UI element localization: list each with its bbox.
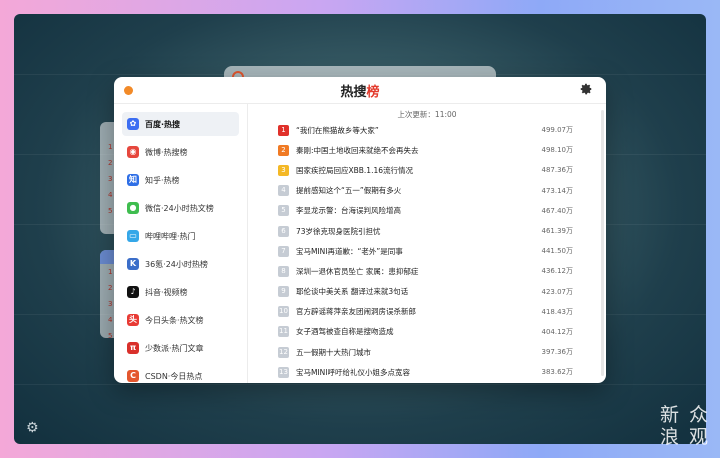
sidebar-item[interactable]: ▭ 哔哩哔哩·热门 (122, 224, 239, 248)
heat-value: 467.40万 (541, 206, 574, 215)
rank-badge: 5 (278, 205, 289, 217)
rank-badge: 9 (278, 286, 289, 298)
watermark-line: 浪 观 (659, 426, 710, 448)
hot-list-row[interactable]: 12 五一假期十大热门城市 397.36万 (278, 342, 573, 362)
hot-list-row[interactable]: 6 73岁徐克现身医院引担忧 461.39万 (278, 221, 573, 241)
title-bar: 热搜榜 (114, 77, 606, 104)
heat-value: 473.14万 (541, 186, 574, 195)
zhihu-icon: 知 (127, 174, 139, 186)
heat-value: 383.62万 (541, 368, 574, 377)
rank-badge: 10 (278, 306, 289, 318)
rank-badge: 7 (278, 245, 289, 257)
sidebar-item-label: 百度·热搜 (145, 119, 181, 129)
rank-badge: 11 (278, 326, 289, 338)
hot-list-row[interactable]: 13 宝马MINI呼吁给礼仪小姐多点宽容 383.62万 (278, 362, 573, 382)
hot-topic-title[interactable]: 73岁徐克现身医院引担忧 (296, 226, 542, 237)
rank-badge: 3 (278, 164, 289, 176)
hot-topic-title[interactable]: 国家疾控局回应XBB.1.16流行情况 (296, 165, 542, 176)
hot-topic-title[interactable]: 官方辟谣蒋萍亲友团闹洞房误杀新郎 (296, 306, 542, 317)
bilibili-icon: ▭ (127, 230, 139, 242)
sidebar-item-label: 抖音·视频榜 (145, 287, 188, 297)
heat-value: 436.12万 (541, 267, 574, 276)
rank-badge: 4 (278, 185, 289, 197)
heat-value: 498.10万 (541, 146, 574, 155)
rank-badge: 1 (278, 124, 289, 136)
heat-value: 404.12万 (541, 327, 574, 336)
sidebar-item-label: 少数派·热门文章 (145, 343, 204, 353)
hot-topic-title[interactable]: 五一假期十大热门城市 (296, 347, 542, 358)
title-text: 热搜 (340, 85, 367, 100)
watermark-logo: 新 众 浪 观 (660, 404, 710, 448)
hot-topic-title[interactable]: 李显龙示警：台海误判风险增高 (296, 205, 542, 216)
hot-list-row[interactable]: 2 秦刚:中国土地收回来就绝不会再失去 498.10万 (278, 140, 573, 160)
heat-value: 499.07万 (541, 126, 574, 135)
hot-list-row[interactable]: 5 李显龙示警：台海误判风险增高 467.40万 (278, 201, 573, 221)
hot-topic-title[interactable]: 秦刚:中国土地收回来就绝不会再失去 (296, 145, 542, 156)
scrollbar[interactable] (601, 110, 604, 376)
sidebar-item[interactable]: ♪ 抖音·视频榜 (122, 280, 239, 304)
gear-icon[interactable] (579, 82, 593, 96)
hot-topic-title[interactable]: 耶伦谈中美关系 翻译过来就3句话 (296, 286, 542, 297)
rank-badge: 6 (278, 225, 289, 237)
hot-topic-title[interactable]: 提前感知这个“五一”假期有多火 (296, 185, 542, 196)
hot-topic-title[interactable]: 宝马MINI呼吁给礼仪小姐多点宽容 (296, 367, 542, 378)
last-updated-label: 上次更新：11:00 (397, 110, 457, 119)
sspai-icon: π (127, 342, 139, 354)
rank-badge: 8 (278, 265, 289, 277)
heat-value: 487.36万 (541, 166, 574, 175)
baidu-icon: ✿ (127, 118, 139, 130)
sidebar-item-label: CSDN·今日热点 (145, 371, 203, 381)
hot-list-panel: 上次更新：11:00 1 “我们在熊猫故乡等大家” 499.07万 2 秦刚:中国土地收… (248, 104, 606, 383)
hot-topic-title[interactable]: 宝马MINI再道歉：“老外”是同事 (296, 246, 542, 257)
sidebar-item-label: 微信·24小时热文榜 (145, 203, 214, 213)
hot-search-window: 热搜榜 ✿ 百度·热搜 ◉ 微博·热搜榜知知乎·热榜 ● 微信·24小时热文榜 ▭ 哔哩哔哩·… (114, 77, 606, 383)
sidebar-item[interactable]: ✿ 百度·热搜 (122, 112, 239, 136)
heat-value: 397.36万 (541, 348, 574, 357)
sidebar-item[interactable]: ● 微信·24小时热文榜 (122, 196, 239, 220)
sidebar-item[interactable]: K 36氪·24小时热榜 (122, 252, 239, 276)
sidebar-item-label: 知乎·热榜 (145, 175, 180, 185)
rank-badge: 12 (278, 346, 289, 358)
window-title: 热搜榜 (114, 81, 606, 100)
hot-topic-title[interactable]: 深圳一退休官员坠亡 家属：患抑郁症 (296, 266, 542, 277)
watermark-line: 新 众 (659, 404, 710, 426)
wechat-icon: ● (127, 202, 139, 214)
hot-list-row[interactable]: 8 深圳一退休官员坠亡 家属：患抑郁症 436.12万 (278, 261, 573, 281)
heat-value: 418.43万 (541, 307, 574, 316)
sidebar-item-label: 微博·热搜榜 (145, 147, 188, 157)
toutiao-icon: 头 (127, 314, 139, 326)
hot-list-row[interactable]: 10 官方辟谣蒋萍亲友团闹洞房误杀新郎 418.43万 (278, 302, 573, 322)
title-accent-text: 榜 (366, 85, 380, 100)
source-sidebar: ✿ 百度·热搜 ◉ 微博·热搜榜知知乎·热榜 ● 微信·24小时热文榜 ▭ 哔哩哔哩·热门 K 3… (114, 104, 248, 383)
hot-list-row[interactable]: 9 耶伦谈中美关系 翻译过来就3句话 423.07万 (278, 282, 573, 302)
sidebar-item[interactable]: π 少数派·热门文章 (122, 336, 239, 360)
hot-list-row[interactable]: 4 提前感知这个“五一”假期有多火 473.14万 (278, 181, 573, 201)
rank-badge: 13 (278, 366, 289, 378)
hot-list-row[interactable]: 1 “我们在熊猫故乡等大家” 499.07万 (278, 120, 573, 140)
sidebar-item-label: 哔哩哔哩·热门 (145, 231, 196, 241)
settings-gear-icon[interactable]: ⚙ (26, 420, 39, 436)
sidebar-item-label: 今日头条·热文榜 (145, 315, 204, 325)
36kr-icon: K (127, 258, 139, 270)
hot-list-row[interactable]: 7 宝马MINI再道歉：“老外”是同事 441.50万 (278, 241, 573, 261)
hot-topic-title[interactable]: 女子酒驾被查自称是搜吻造成 (296, 326, 542, 337)
sidebar-item-label: 36氪·24小时热榜 (145, 259, 208, 269)
heat-value: 461.39万 (541, 227, 574, 236)
rank-badge: 2 (278, 144, 289, 156)
weibo-icon: ◉ (127, 146, 139, 158)
sidebar-item[interactable]: ◉ 微博·热搜榜 (122, 140, 239, 164)
hot-list: 1 “我们在熊猫故乡等大家” 499.07万 2 秦刚:中国土地收回来就绝不会再失去 49… (278, 120, 573, 382)
sidebar-item[interactable]: 头今日头条·热文榜 (122, 308, 239, 332)
heat-value: 423.07万 (541, 287, 574, 296)
douyin-icon: ♪ (127, 286, 139, 298)
hot-topic-title[interactable]: “我们在熊猫故乡等大家” (296, 125, 542, 136)
csdn-icon: C (127, 370, 139, 382)
hot-list-row[interactable]: 11 女子酒驾被查自称是搜吻造成 404.12万 (278, 322, 573, 342)
heat-value: 441.50万 (541, 247, 574, 256)
sidebar-item[interactable]: 知知乎·热榜 (122, 168, 239, 192)
hot-list-row[interactable]: 3 国家疾控局回应XBB.1.16流行情况 487.36万 (278, 160, 573, 180)
sidebar-item[interactable]: C CSDN·今日热点 (122, 364, 239, 383)
